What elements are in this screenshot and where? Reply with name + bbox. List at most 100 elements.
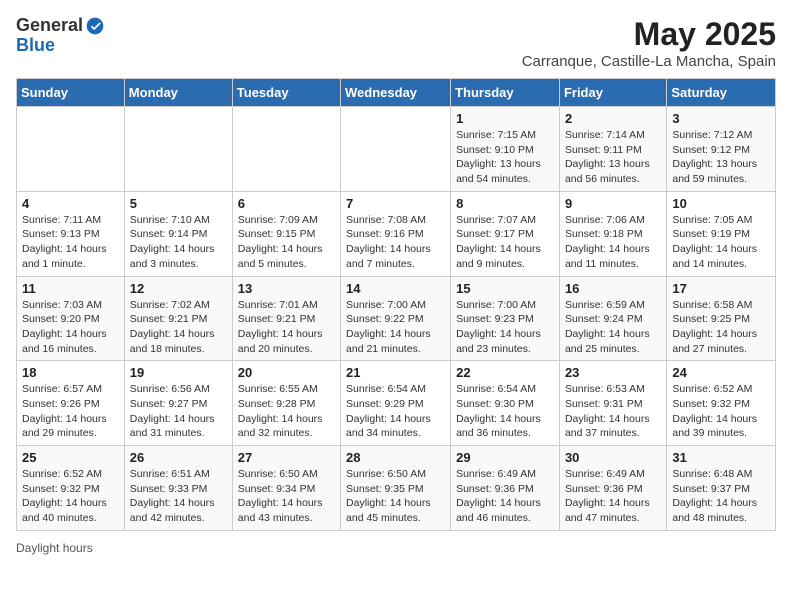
- calendar-cell: 3 Sunrise: 7:12 AMSunset: 9:12 PMDaylight…: [667, 107, 776, 192]
- day-number: 6: [238, 196, 335, 211]
- day-info: Sunrise: 7:02 AMSunset: 9:21 PMDaylight:…: [130, 298, 227, 357]
- calendar-cell: 17Sunrise: 6:58 AMSunset: 9:25 PMDayligh…: [667, 276, 776, 361]
- calendar-cell: 5 Sunrise: 7:10 AMSunset: 9:14 PMDaylight…: [124, 191, 232, 276]
- calendar-cell: 27 Sunrise: 6:50 AMSunset: 9:34 PMDayligh…: [232, 446, 340, 531]
- day-info: Sunrise: 6:59 AMSunset: 9:24 PMDaylight:…: [565, 298, 661, 357]
- calendar-cell: 1 Sunrise: 7:15 AMSunset: 9:10 PMDaylight…: [451, 107, 560, 192]
- day-info: Sunrise: 7:10 AMSunset: 9:14 PMDaylight:…: [130, 213, 227, 272]
- day-info: Sunrise: 6:54 AMSunset: 9:29 PMDaylight:…: [346, 382, 445, 441]
- calendar-cell: 31 Sunrise: 6:48 AMSunset: 9:37 PMDayligh…: [667, 446, 776, 531]
- calendar-day-header: Saturday: [667, 79, 776, 107]
- day-number: 4: [22, 196, 119, 211]
- day-number: 13: [238, 281, 335, 296]
- day-number: 10: [672, 196, 770, 211]
- day-number: 7: [346, 196, 445, 211]
- day-number: 23: [565, 365, 661, 380]
- day-info: Sunrise: 6:58 AMSunset: 9:25 PMDaylight:…: [672, 298, 770, 357]
- calendar-day-header: Friday: [559, 79, 666, 107]
- day-info: Sunrise: 7:11 AMSunset: 9:13 PMDaylight:…: [22, 213, 119, 272]
- calendar-cell: 29Sunrise: 6:49 AMSunset: 9:36 PMDayligh…: [451, 446, 560, 531]
- calendar-cell: 20 Sunrise: 6:55 AMSunset: 9:28 PMDayligh…: [232, 361, 340, 446]
- calendar-cell: [124, 107, 232, 192]
- calendar-week-row: 18Sunrise: 6:57 AMSunset: 9:26 PMDayligh…: [17, 361, 776, 446]
- location-subtitle: Carranque, Castille-La Mancha, Spain: [522, 53, 776, 70]
- day-info: Sunrise: 7:09 AMSunset: 9:15 PMDaylight:…: [238, 213, 335, 272]
- calendar-cell: 11 Sunrise: 7:03 AMSunset: 9:20 PMDayligh…: [17, 276, 125, 361]
- day-number: 26: [130, 450, 227, 465]
- calendar-cell: [17, 107, 125, 192]
- day-number: 5: [130, 196, 227, 211]
- day-info: Sunrise: 6:50 AMSunset: 9:35 PMDaylight:…: [346, 467, 445, 526]
- day-info: Sunrise: 7:01 AMSunset: 9:21 PMDaylight:…: [238, 298, 335, 357]
- day-info: Sunrise: 7:03 AMSunset: 9:20 PMDaylight:…: [22, 298, 119, 357]
- logo-blue: Blue: [16, 36, 105, 56]
- logo-general: General: [16, 16, 83, 36]
- day-info: Sunrise: 6:52 AMSunset: 9:32 PMDaylight:…: [22, 467, 119, 526]
- calendar-cell: 25 Sunrise: 6:52 AMSunset: 9:32 PMDayligh…: [17, 446, 125, 531]
- day-number: 27: [238, 450, 335, 465]
- calendar-cell: 26 Sunrise: 6:51 AMSunset: 9:33 PMDayligh…: [124, 446, 232, 531]
- day-number: 22: [456, 365, 554, 380]
- calendar-day-header: Thursday: [451, 79, 560, 107]
- calendar-cell: 16 Sunrise: 6:59 AMSunset: 9:24 PMDayligh…: [559, 276, 666, 361]
- footer: Daylight hours: [16, 541, 776, 555]
- day-number: 30: [565, 450, 661, 465]
- calendar-cell: 9 Sunrise: 7:06 AMSunset: 9:18 PMDaylight…: [559, 191, 666, 276]
- day-number: 25: [22, 450, 119, 465]
- day-info: Sunrise: 7:05 AMSunset: 9:19 PMDaylight:…: [672, 213, 770, 272]
- calendar-cell: 13 Sunrise: 7:01 AMSunset: 9:21 PMDayligh…: [232, 276, 340, 361]
- day-number: 28: [346, 450, 445, 465]
- day-info: Sunrise: 7:14 AMSunset: 9:11 PMDaylight:…: [565, 128, 661, 187]
- day-info: Sunrise: 6:52 AMSunset: 9:32 PMDaylight:…: [672, 382, 770, 441]
- day-info: Sunrise: 6:51 AMSunset: 9:33 PMDaylight:…: [130, 467, 227, 526]
- day-info: Sunrise: 7:06 AMSunset: 9:18 PMDaylight:…: [565, 213, 661, 272]
- calendar-cell: 12Sunrise: 7:02 AMSunset: 9:21 PMDayligh…: [124, 276, 232, 361]
- title-section: May 2025 Carranque, Castille-La Mancha, …: [522, 16, 776, 70]
- calendar-header-row: SundayMondayTuesdayWednesdayThursdayFrid…: [17, 79, 776, 107]
- day-number: 3: [672, 111, 770, 126]
- day-info: Sunrise: 7:00 AMSunset: 9:22 PMDaylight:…: [346, 298, 445, 357]
- day-number: 11: [22, 281, 119, 296]
- calendar-cell: 24Sunrise: 6:52 AMSunset: 9:32 PMDayligh…: [667, 361, 776, 446]
- day-number: 29: [456, 450, 554, 465]
- daylight-hours-label: Daylight hours: [16, 541, 93, 555]
- day-info: Sunrise: 6:50 AMSunset: 9:34 PMDaylight:…: [238, 467, 335, 526]
- day-number: 14: [346, 281, 445, 296]
- day-info: Sunrise: 6:53 AMSunset: 9:31 PMDaylight:…: [565, 382, 661, 441]
- day-number: 9: [565, 196, 661, 211]
- day-info: Sunrise: 7:12 AMSunset: 9:12 PMDaylight:…: [672, 128, 770, 187]
- day-info: Sunrise: 7:15 AMSunset: 9:10 PMDaylight:…: [456, 128, 554, 187]
- calendar-table: SundayMondayTuesdayWednesdayThursdayFrid…: [16, 78, 776, 531]
- day-info: Sunrise: 6:48 AMSunset: 9:37 PMDaylight:…: [672, 467, 770, 526]
- day-number: 31: [672, 450, 770, 465]
- day-info: Sunrise: 6:54 AMSunset: 9:30 PMDaylight:…: [456, 382, 554, 441]
- calendar-day-header: Tuesday: [232, 79, 340, 107]
- calendar-cell: 22 Sunrise: 6:54 AMSunset: 9:30 PMDayligh…: [451, 361, 560, 446]
- calendar-week-row: 4 Sunrise: 7:11 AMSunset: 9:13 PMDaylight…: [17, 191, 776, 276]
- calendar-cell: 19Sunrise: 6:56 AMSunset: 9:27 PMDayligh…: [124, 361, 232, 446]
- calendar-cell: 2Sunrise: 7:14 AMSunset: 9:11 PMDaylight…: [559, 107, 666, 192]
- calendar-week-row: 25 Sunrise: 6:52 AMSunset: 9:32 PMDayligh…: [17, 446, 776, 531]
- day-number: 21: [346, 365, 445, 380]
- calendar-cell: 14 Sunrise: 7:00 AMSunset: 9:22 PMDayligh…: [341, 276, 451, 361]
- calendar-cell: 30 Sunrise: 6:49 AMSunset: 9:36 PMDayligh…: [559, 446, 666, 531]
- day-number: 15: [456, 281, 554, 296]
- day-number: 1: [456, 111, 554, 126]
- calendar-day-header: Sunday: [17, 79, 125, 107]
- day-info: Sunrise: 6:55 AMSunset: 9:28 PMDaylight:…: [238, 382, 335, 441]
- calendar-cell: 10 Sunrise: 7:05 AMSunset: 9:19 PMDayligh…: [667, 191, 776, 276]
- day-number: 20: [238, 365, 335, 380]
- calendar-cell: 15Sunrise: 7:00 AMSunset: 9:23 PMDayligh…: [451, 276, 560, 361]
- calendar-day-header: Wednesday: [341, 79, 451, 107]
- calendar-cell: 18Sunrise: 6:57 AMSunset: 9:26 PMDayligh…: [17, 361, 125, 446]
- day-number: 8: [456, 196, 554, 211]
- day-info: Sunrise: 6:57 AMSunset: 9:26 PMDaylight:…: [22, 382, 119, 441]
- calendar-week-row: 11 Sunrise: 7:03 AMSunset: 9:20 PMDayligh…: [17, 276, 776, 361]
- logo-icon: [85, 16, 105, 36]
- calendar-cell: 23 Sunrise: 6:53 AMSunset: 9:31 PMDayligh…: [559, 361, 666, 446]
- calendar-cell: 6 Sunrise: 7:09 AMSunset: 9:15 PMDaylight…: [232, 191, 340, 276]
- month-year-title: May 2025: [522, 16, 776, 53]
- day-number: 16: [565, 281, 661, 296]
- day-info: Sunrise: 6:49 AMSunset: 9:36 PMDaylight:…: [565, 467, 661, 526]
- day-info: Sunrise: 6:56 AMSunset: 9:27 PMDaylight:…: [130, 382, 227, 441]
